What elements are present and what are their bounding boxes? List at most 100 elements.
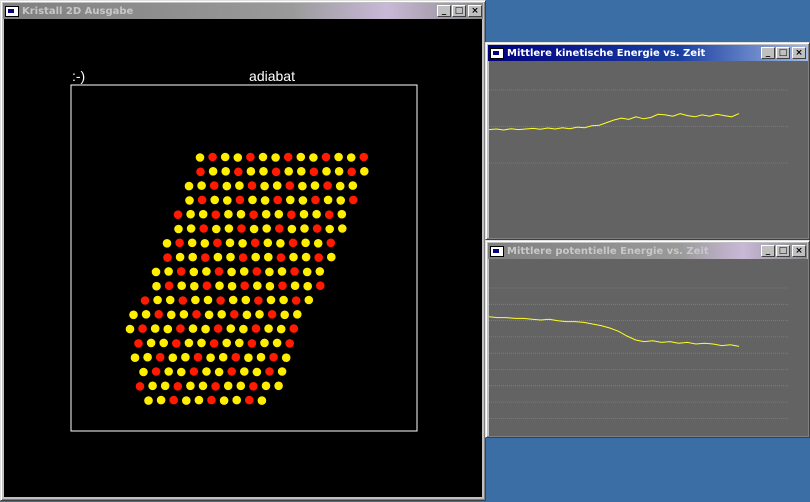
atom-red <box>197 195 207 205</box>
close-button[interactable]: × <box>792 245 806 257</box>
close-button[interactable]: × <box>468 5 482 17</box>
atom-red <box>251 324 261 333</box>
atom-yellow <box>346 153 356 162</box>
atom-yellow <box>312 209 321 219</box>
atom-yellow <box>204 310 214 320</box>
kinetic-titlebar[interactable]: Mittlere kinetische Energie vs. Zeit _ □… <box>488 45 807 61</box>
atom-yellow <box>272 181 282 190</box>
atom-yellow <box>348 181 358 190</box>
window-icon[interactable] <box>5 5 19 17</box>
atom-red <box>231 352 241 362</box>
atom-yellow <box>221 167 230 176</box>
atom-yellow <box>335 181 345 191</box>
atom-yellow <box>260 196 270 205</box>
atom-red <box>176 324 185 333</box>
window-icon[interactable] <box>490 47 504 59</box>
atom-red <box>173 210 183 219</box>
crystal-canvas: :-) adiabat <box>4 19 482 497</box>
window-icon[interactable] <box>490 245 504 257</box>
atom-red <box>287 210 296 219</box>
atom-yellow <box>226 252 235 262</box>
atom-red <box>164 281 174 291</box>
crystal-titlebar[interactable]: Kristall 2D Ausgabe _ □ × <box>3 3 483 19</box>
minimize-button[interactable]: _ <box>437 5 451 17</box>
atom-yellow <box>253 281 262 291</box>
atom-yellow <box>148 381 157 391</box>
atom-yellow <box>167 310 176 320</box>
atom-yellow <box>213 252 223 262</box>
atom-red <box>138 324 147 333</box>
atom-red <box>176 267 186 276</box>
atom-red <box>163 253 172 262</box>
minimize-button[interactable]: _ <box>761 245 775 257</box>
atom-red <box>283 152 293 162</box>
atom-yellow <box>293 310 302 319</box>
atom-red <box>267 310 277 319</box>
atom-yellow <box>277 267 287 276</box>
atom-yellow <box>218 352 228 362</box>
atom-yellow <box>255 310 264 319</box>
atom-yellow <box>281 353 291 363</box>
atom-yellow <box>182 396 191 405</box>
atom-red <box>265 367 274 376</box>
atom-yellow <box>315 267 325 276</box>
maximize-button[interactable]: □ <box>776 47 790 59</box>
atom-red <box>276 253 286 262</box>
atom-yellow <box>152 281 161 291</box>
kinetic-plot-area <box>488 61 808 238</box>
atom-yellow <box>299 209 309 219</box>
atom-yellow <box>284 167 294 176</box>
atom-yellow <box>164 267 173 276</box>
atom-red <box>214 267 224 276</box>
smiley-label: :-) <box>72 68 85 84</box>
atom-yellow <box>219 396 229 405</box>
minimize-button[interactable]: _ <box>761 47 775 59</box>
atom-yellow <box>272 338 282 348</box>
atom-yellow <box>238 239 247 248</box>
atom-yellow <box>224 209 233 219</box>
atom-yellow <box>297 167 306 176</box>
atom-yellow <box>165 295 175 305</box>
atom-yellow <box>271 153 280 162</box>
crystal-window: Kristall 2D Ausgabe _ □ × :-) adiabat <box>0 0 486 501</box>
atom-yellow <box>223 381 233 391</box>
atom-yellow <box>181 352 190 362</box>
potential-energy-chart <box>488 259 808 436</box>
atom-yellow <box>201 324 210 334</box>
maximize-button[interactable]: □ <box>452 5 466 17</box>
atom-red <box>245 395 254 405</box>
atom-yellow <box>188 252 197 262</box>
atom-yellow <box>174 224 183 234</box>
atom-yellow <box>186 209 195 219</box>
atom-yellow <box>235 338 244 348</box>
atom-yellow <box>177 281 186 291</box>
atom-yellow <box>276 324 286 334</box>
atom-red <box>250 238 260 248</box>
atom-yellow <box>151 267 161 277</box>
atom-yellow <box>217 310 226 319</box>
atom-yellow <box>289 252 298 262</box>
atom-red <box>189 367 199 376</box>
atom-red <box>211 382 220 391</box>
atom-yellow <box>336 196 346 205</box>
atom-yellow <box>163 324 173 334</box>
atom-yellow <box>279 295 288 305</box>
window-title: Mittlere potentielle Energie vs. Zeit <box>507 245 709 257</box>
atom-red <box>202 281 212 291</box>
maximize-button[interactable]: □ <box>776 245 790 257</box>
atom-yellow <box>194 395 204 405</box>
atom-yellow <box>222 181 232 191</box>
atom-yellow <box>235 181 244 190</box>
atom-yellow <box>258 152 268 162</box>
atom-yellow <box>159 338 168 348</box>
atom-yellow <box>248 195 257 205</box>
atom-red <box>289 324 299 333</box>
atom-yellow <box>125 324 135 334</box>
window-title: Kristall 2D Ausgabe <box>22 5 134 17</box>
atom-yellow <box>246 167 256 176</box>
atom-yellow <box>274 209 284 219</box>
potential-titlebar[interactable]: Mittlere potentielle Energie vs. Zeit _ … <box>488 243 807 259</box>
atom-yellow <box>186 224 196 233</box>
close-button[interactable]: × <box>792 47 806 59</box>
atom-yellow <box>226 324 236 333</box>
